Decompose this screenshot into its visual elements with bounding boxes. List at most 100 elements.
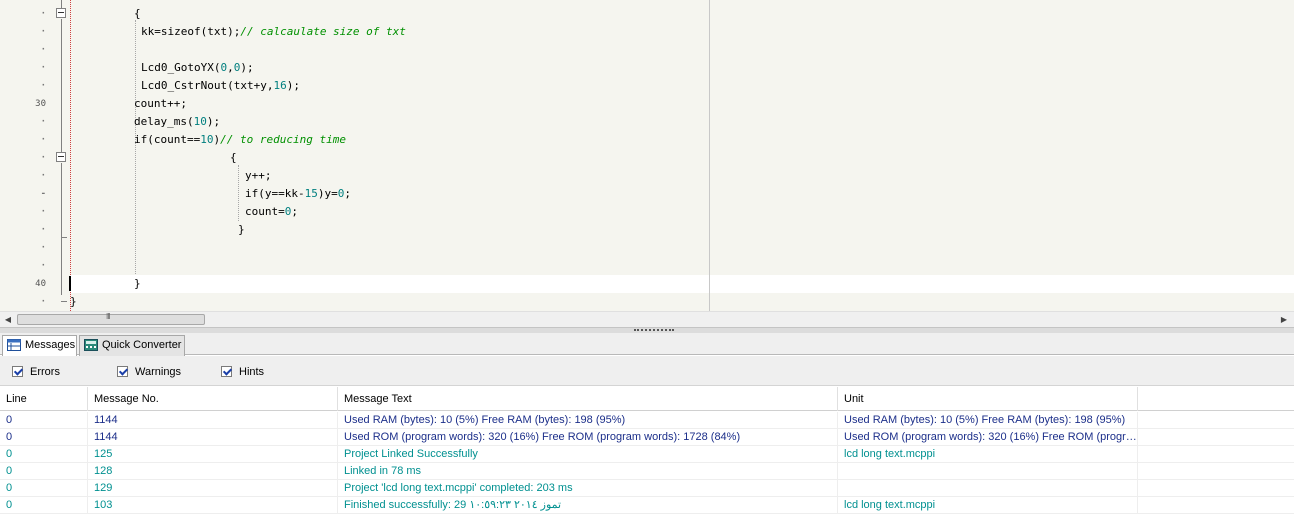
- table-row[interactable]: 0 125 Project Linked Successfully lcd long …: [0, 446, 1294, 463]
- code-line: kk=sizeof(txt);// calcaulate size of txt: [141, 23, 406, 41]
- line-number: ·: [40, 27, 46, 37]
- code-token: }: [238, 223, 245, 236]
- code-number: 15: [304, 187, 318, 200]
- cell-line: 0: [0, 497, 88, 514]
- line-number: ·: [40, 135, 46, 145]
- table-row[interactable]: 0 103 Finished successfully: 29 تموز ٢٠١٤ …: [0, 497, 1294, 514]
- code-token: if(count==: [134, 133, 201, 146]
- left-margin-line: [70, 0, 71, 311]
- cell-no: 129: [88, 480, 338, 497]
- code-line: {: [134, 5, 141, 23]
- fold-margin: [54, 0, 70, 311]
- indent-guide: [238, 165, 239, 221]
- cell-line: 0: [0, 480, 88, 497]
- code-number: 10: [200, 133, 214, 146]
- panel-tabs: Messages Quick Converter: [0, 333, 1294, 356]
- horizontal-scrollbar[interactable]: ◀ III ▶: [0, 311, 1294, 327]
- code-line: count++;: [134, 95, 187, 113]
- cell-text: Project 'lcd long text.mcppi' completed:…: [338, 480, 838, 497]
- code-token: ;: [291, 205, 298, 218]
- cell-no: 1144: [88, 429, 338, 446]
- cell-line: 0: [0, 446, 88, 463]
- line-number: ·: [40, 63, 46, 73]
- code-token: {: [230, 151, 237, 164]
- line-number: ·: [40, 117, 46, 127]
- code-line: if(count==10)// to reducing time: [134, 131, 346, 149]
- line-number: ·: [40, 261, 46, 271]
- cell-no: 125: [88, 446, 338, 463]
- line-number: ·: [40, 297, 46, 307]
- line-number-gutter: · · · · · 30 · · · · - · · · · 40 ·: [0, 0, 54, 311]
- message-filter-bar: Errors Warnings Hints: [0, 356, 1294, 386]
- table-header: Line Message No. Message Text Unit: [0, 387, 1294, 411]
- cell-line: 0: [0, 412, 88, 429]
- cell-unit: lcd long text.mcppi: [838, 497, 1138, 514]
- code-token: Lcd0_GotoYX(: [141, 61, 221, 74]
- code-line: if(y==kk-15)y=0;: [245, 185, 351, 203]
- cell-text: Used ROM (program words): 320 (16%) Free…: [338, 429, 838, 446]
- code-line: Lcd0_GotoYX(0,0);: [141, 59, 254, 77]
- messages-panel: Messages Quick Converter Errors Warnings…: [0, 333, 1294, 526]
- fold-toggle-2[interactable]: [56, 152, 66, 162]
- code-token: }: [134, 277, 141, 290]
- right-margin-line: [709, 0, 710, 311]
- cell-text: Linked in 78 ms: [338, 463, 838, 480]
- scroll-left-icon[interactable]: ◀: [0, 312, 16, 328]
- code-line: delay_ms(10);: [134, 113, 220, 131]
- code-editor[interactable]: · · · · · 30 · · · · - · · · · 40 · {kk=sizeof(txt);// c…: [0, 0, 1294, 311]
- code-token: ;: [344, 187, 351, 200]
- line-number: ·: [40, 153, 46, 163]
- table-row[interactable]: 0 1144 Used RAM (bytes): 10 (5%) Free RAM …: [0, 412, 1294, 429]
- line-number: ·: [40, 81, 46, 91]
- text-caret: [69, 276, 71, 291]
- messages-grid-icon: [7, 339, 21, 351]
- code-token: );: [286, 79, 300, 92]
- hints-checkbox[interactable]: Hints: [221, 365, 264, 379]
- tab-messages[interactable]: Messages: [2, 335, 77, 356]
- current-line-highlight: [70, 275, 1294, 293]
- code-comment: // to reducing time: [220, 133, 346, 146]
- cell-no: 1144: [88, 412, 338, 429]
- code-token: y++;: [245, 169, 272, 182]
- tab-quick-converter[interactable]: Quick Converter: [79, 335, 185, 356]
- warnings-label: Warnings: [135, 366, 182, 378]
- calculator-icon: [84, 339, 98, 351]
- code-token: Lcd0_CstrNout(txt+y,: [141, 79, 274, 92]
- messages-table: Line Message No. Message Text Unit 0 1144…: [0, 387, 1294, 526]
- line-number: 30: [35, 99, 46, 109]
- checkbox-checked-icon: [12, 366, 23, 377]
- column-header-line[interactable]: Line: [0, 387, 88, 411]
- errors-checkbox[interactable]: Errors: [12, 365, 60, 379]
- code-token: }: [70, 295, 77, 308]
- code-token: );: [240, 61, 254, 74]
- checkbox-checked-icon: [221, 366, 232, 377]
- cell-no: 103: [88, 497, 338, 514]
- scroll-thumb[interactable]: III: [17, 312, 205, 325]
- scroll-grip: III: [106, 312, 111, 321]
- warnings-checkbox[interactable]: Warnings: [117, 365, 181, 379]
- column-header-message-text[interactable]: Message Text: [338, 387, 838, 411]
- code-line: {: [230, 149, 237, 167]
- tab-messages-label: Messages: [25, 339, 76, 351]
- code-token: count=: [245, 205, 285, 218]
- line-number: ·: [40, 225, 46, 235]
- table-row[interactable]: 0 129 Project 'lcd long text.mcppi' comple…: [0, 480, 1294, 497]
- line-number: -: [40, 189, 46, 199]
- code-token: )y=: [317, 187, 338, 200]
- line-number: ·: [40, 45, 46, 55]
- table-row[interactable]: 0 128 Linked in 78 ms: [0, 463, 1294, 480]
- code-token: ,: [227, 61, 234, 74]
- checkbox-checked-icon: [117, 366, 128, 377]
- table-row[interactable]: 0 1144 Used ROM (program words): 320 (16%)…: [0, 429, 1294, 446]
- cell-text: Finished successfully: 29 تموز ٢٠١٤ ١٠:٥…: [338, 497, 838, 514]
- code-token: if(y==kk-: [245, 187, 305, 200]
- column-header-message-no[interactable]: Message No.: [88, 387, 338, 411]
- scroll-right-icon[interactable]: ▶: [1276, 312, 1292, 328]
- code-line: count=0;: [245, 203, 298, 221]
- fold-toggle-1[interactable]: [56, 8, 66, 18]
- tab-quick-converter-label: Quick Converter: [102, 339, 182, 351]
- column-header-unit[interactable]: Unit: [838, 387, 1138, 411]
- cell-unit: lcd long text.mcppi: [838, 446, 1138, 463]
- code-token: kk=sizeof(txt);: [141, 25, 241, 38]
- code-token: count++;: [134, 97, 187, 110]
